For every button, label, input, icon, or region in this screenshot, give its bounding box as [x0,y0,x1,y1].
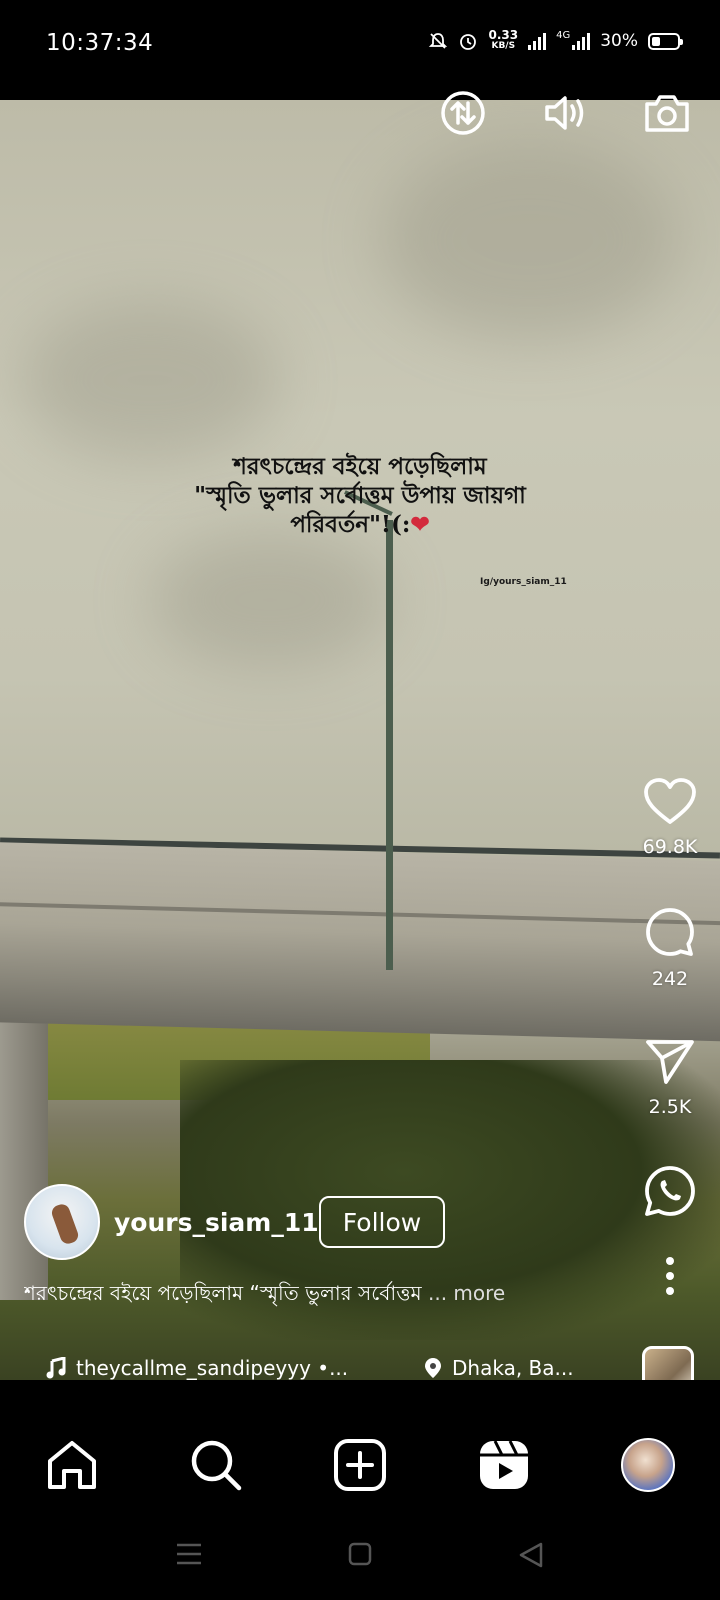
whatsapp-button[interactable] [638,1164,702,1218]
like-count: 69.8K [642,836,698,858]
signal-icon [528,32,547,50]
signal-2-icon [572,32,591,50]
overlay-line-1: শরৎচন্দ্রের বইয়ে পড়েছিলাম [233,453,487,480]
reel-overlay-text: শরৎচন্দ্রের বইয়ে পড়েছিলাম "স্মৃতি ভুলা… [160,452,560,539]
reels-icon [480,1440,528,1489]
comment-button[interactable]: 242 [638,906,702,990]
more-icon [666,1257,674,1295]
share-button[interactable]: 2.5K [638,1036,702,1118]
menu-lines-icon [177,1543,201,1565]
back-triangle-icon [519,1542,543,1568]
audio-track-name: theycallme_sandipeyyy •... [76,1356,349,1380]
status-icons: 0.33 KB/S 4G 30% [428,28,683,52]
nav-reels[interactable] [476,1437,532,1493]
home-icon [48,1441,96,1489]
caption-text: শরৎচন্দ্রের বইয়ে পড়েছিলাম “স্মৃতি ভুলা… [24,1281,422,1305]
nav-home[interactable] [44,1437,100,1493]
battery-icon [648,32,683,50]
volume-icon [545,96,584,130]
camera-button[interactable] [642,88,692,138]
system-navigation [0,1520,720,1600]
comment-icon [646,908,694,956]
status-time: 10:37:34 [46,30,154,56]
caption-more-link[interactable]: ... more [422,1281,505,1305]
back-button[interactable] [518,1542,544,1572]
alarm-icon [460,34,477,50]
like-button[interactable]: 69.8K [638,776,702,858]
bottom-navigation [0,1380,720,1520]
share-count: 2.5K [648,1096,692,1118]
nav-profile[interactable] [620,1437,676,1493]
share-icon [646,1040,694,1084]
net-speed-value: 0.33 [488,28,519,42]
heart-icon [644,778,696,824]
music-note-icon [46,1357,66,1379]
nav-search[interactable] [188,1437,244,1493]
search-icon [191,1440,242,1491]
data-saver-icon [441,91,485,135]
battery-percent: 30% [600,31,638,51]
bridge [0,842,720,1042]
status-bar: 10:37:34 0.33 KB/S 4G 30% [0,0,720,100]
reel-video[interactable] [0,100,720,1380]
location-text: Dhaka, Ba... [452,1356,574,1380]
recents-button[interactable] [176,1542,202,1570]
heart-emoji: ❤ [410,511,430,538]
create-icon [334,1439,386,1491]
nav-create[interactable] [332,1437,388,1493]
profile-avatar [621,1438,675,1492]
data-saver-button[interactable] [438,88,488,138]
network-type: 4G [556,29,571,41]
volume-button[interactable] [540,88,590,138]
mute-bell-icon [429,33,448,49]
net-speed: 0.33 KB/S [488,28,519,52]
author-avatar[interactable] [24,1184,100,1260]
overlay-line-3: পরিবর্তন"!(: [290,511,411,538]
follow-button[interactable]: Follow [319,1196,445,1248]
more-options-button[interactable] [638,1256,702,1296]
net-speed-unit: KB/S [491,41,516,51]
street-light-pole [386,520,393,970]
location-pin-icon [425,1358,441,1378]
camera-icon [645,95,689,132]
overlay-line-2: "স্মৃতি ভুলার সর্বোত্তম উপায় জায়গা [194,482,526,509]
home-system-button[interactable] [348,1542,372,1570]
whatsapp-icon [645,1166,695,1216]
caption[interactable]: শরৎচন্দ্রের বইয়ে পড়েছিলাম “স্মৃতি ভুলা… [24,1279,584,1312]
watermark: Ig/yours_siam_11 [480,577,567,587]
location-link[interactable]: Dhaka, Ba... [424,1356,574,1380]
audio-link[interactable]: theycallme_sandipeyyy •... [46,1356,348,1380]
author-username[interactable]: yours_siam_11 [114,1208,319,1237]
comment-count: 242 [651,968,689,990]
square-icon [348,1542,372,1566]
